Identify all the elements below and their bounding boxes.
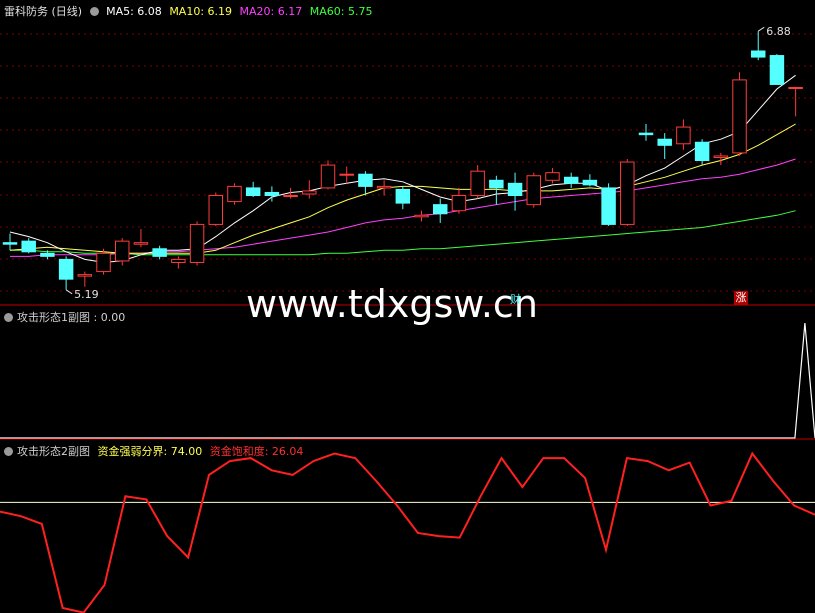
candle-body	[601, 187, 616, 225]
candle-body	[320, 164, 336, 189]
candle-body	[339, 173, 354, 176]
candle-body	[507, 182, 523, 197]
candle-body	[751, 50, 766, 58]
candle-body	[676, 126, 691, 145]
high-pointer	[757, 26, 765, 32]
candle-body	[245, 187, 261, 197]
watermark: www.tdxgsw.cn	[246, 282, 538, 326]
candle-body	[133, 242, 149, 245]
toggle-circle-icon[interactable]	[4, 313, 13, 322]
candle-body	[283, 195, 298, 198]
candle-body	[189, 223, 205, 263]
candle-body	[433, 204, 448, 215]
candle-body	[526, 175, 541, 206]
low-pointer	[65, 289, 73, 295]
panel3-header: 攻击形态2副图 资金强弱分界: 74.00 资金饱和度: 26.04	[4, 443, 307, 459]
candle-body	[713, 155, 729, 158]
panel2-header: 攻击形态1副图 : 0.00	[4, 309, 129, 325]
saturation-label: 资金饱和度: 26.04	[209, 445, 304, 458]
marker-cai[interactable]: 财	[510, 291, 521, 307]
candle-body	[115, 240, 130, 262]
panel3-title: 攻击形态2副图	[17, 445, 90, 458]
candle-body	[96, 252, 111, 273]
candle-body	[58, 258, 74, 280]
panel2-title: 攻击形态1副图 : 0.00	[17, 311, 126, 324]
candle-body	[694, 141, 710, 162]
toggle-circle-icon[interactable]	[4, 447, 13, 456]
attack-pattern-2-panel	[0, 451, 815, 613]
ma5-label: MA5: 6.08	[106, 5, 162, 18]
candle-body	[171, 258, 186, 263]
candle-body	[414, 214, 429, 218]
low-price-label: 5.19	[74, 288, 99, 301]
candle-body	[152, 248, 167, 257]
candle-body	[563, 176, 579, 184]
candle-body	[40, 252, 55, 257]
candle-body	[77, 274, 93, 277]
candle-body	[451, 195, 467, 212]
toggle-circle-icon[interactable]	[89, 7, 99, 16]
attack-pattern-1-panel	[0, 322, 815, 440]
threshold-label: 资金强弱分界: 74.00	[97, 445, 203, 458]
candle-body	[732, 79, 747, 154]
panel1-title[interactable]: 雷科防务 (日线)	[4, 5, 82, 18]
ma20-label: MA20: 6.17	[239, 5, 303, 18]
panel1-header: 雷科防务 (日线) MA5: 6.08 MA10: 6.19 MA20: 6.1…	[4, 3, 376, 19]
candle-body	[358, 173, 373, 187]
candle-body	[264, 191, 280, 197]
attack-pattern-1-line	[0, 322, 815, 439]
candle-body	[788, 87, 803, 89]
ma10-label: MA10: 6.19	[169, 5, 233, 18]
ma60-label: MA60: 5.75	[309, 5, 373, 18]
candle-body	[21, 240, 36, 253]
candle-body	[208, 195, 223, 225]
candle-body	[769, 55, 785, 85]
candle-body	[620, 161, 635, 225]
candle-body	[227, 185, 242, 203]
candle-body	[302, 190, 317, 195]
candle-body	[395, 188, 411, 204]
candle-body	[657, 138, 672, 146]
candle-body	[638, 132, 654, 136]
candle-body	[2, 242, 18, 245]
candle-body	[376, 185, 392, 189]
candle-body	[470, 170, 485, 197]
ma5-line	[9, 74, 796, 263]
money-saturation-line	[0, 451, 815, 613]
high-price-label: 6.88	[766, 25, 791, 38]
marker-zhang[interactable]: 涨	[734, 291, 748, 305]
candle-body	[582, 179, 598, 186]
candle-body	[545, 172, 560, 181]
candle-body	[489, 179, 504, 189]
candlestick-panel: 6.88 5.19	[0, 25, 815, 306]
